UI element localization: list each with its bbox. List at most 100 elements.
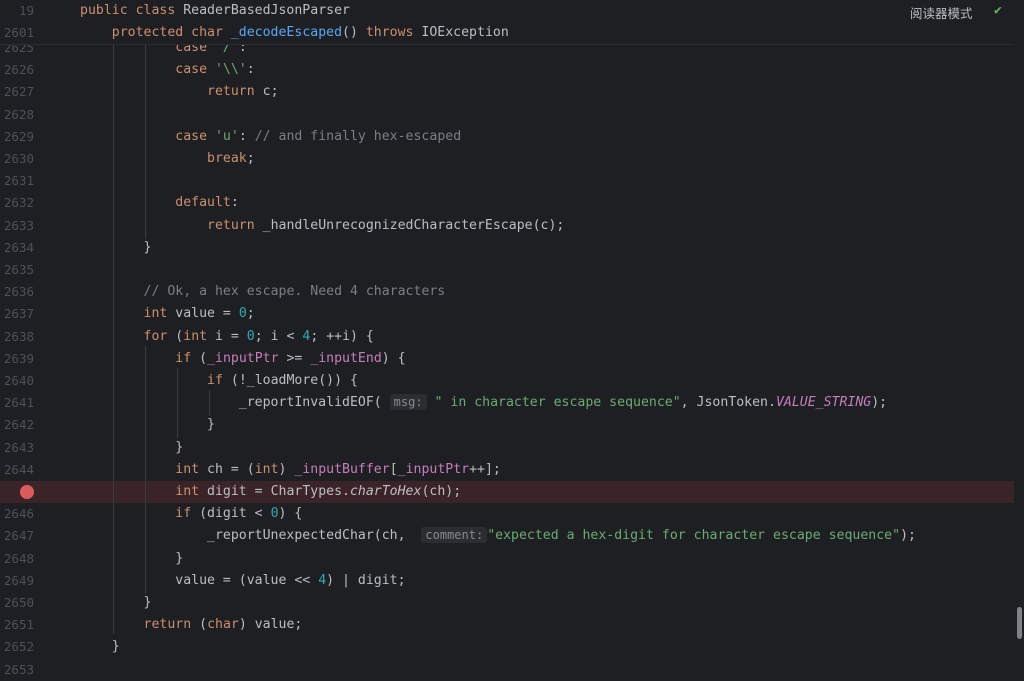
line-number[interactable]: 2641 [0, 392, 34, 414]
code-token: "expected a hex-digit for character esca… [487, 528, 901, 544]
line-number[interactable]: 2643 [0, 437, 34, 459]
scrollbar-thumb[interactable] [1017, 607, 1022, 639]
code-text: } [80, 592, 152, 614]
reader-mode-button[interactable]: 阅读器模式 [910, 3, 973, 22]
code-line[interactable]: int digit = CharTypes.charToHex(ch); [0, 481, 1014, 503]
code-line[interactable]: 2640 if (!_loadMore()) { [0, 370, 1014, 392]
code-token: } [80, 417, 215, 433]
line-number[interactable]: 2648 [0, 548, 34, 570]
code-token: 'u' [214, 128, 239, 144]
code-token: ; ++i) { [310, 328, 374, 344]
sticky-line[interactable]: 19 public class ReaderBasedJsonParser [0, 0, 1014, 22]
code-token: _inputPtr [207, 350, 279, 366]
code-text: _reportUnexpectedChar(ch, comment: "expec… [80, 525, 916, 547]
code-token: 0 [238, 306, 247, 322]
line-number[interactable]: 2632 [0, 192, 34, 214]
code-line[interactable]: 2627 return c; [0, 81, 1014, 103]
code-line[interactable]: 2642 } [0, 414, 1014, 436]
code-text: for (int i = 0; i < 4; ++i) { [80, 326, 374, 348]
sticky-line[interactable]: 2601 protected char _decodeEscaped() thr… [0, 22, 1014, 44]
sticky-scroll-header[interactable]: 19 public class ReaderBasedJsonParser 2601… [0, 0, 1014, 45]
line-number[interactable]: 2640 [0, 370, 34, 392]
line-number[interactable]: 2626 [0, 59, 34, 81]
code-line[interactable]: 2647 _reportUnexpectedChar(ch, comment: "… [0, 525, 1014, 547]
code-text: } [80, 414, 215, 436]
line-number[interactable]: 2647 [0, 525, 34, 547]
code-line[interactable]: 2652 } [0, 636, 1014, 658]
code-token: // and finally hex-escaped [254, 128, 462, 144]
code-token: i = [215, 328, 247, 344]
code-line[interactable]: 2651 return (char) value; [0, 614, 1014, 636]
vertical-scrollbar[interactable] [1014, 0, 1024, 671]
line-number[interactable]: 2638 [0, 326, 34, 348]
line-number[interactable]: 2646 [0, 503, 34, 525]
code-line[interactable]: 2653 [0, 659, 1014, 681]
code-token: } [80, 439, 184, 455]
code-line[interactable]: 2630 break; [0, 148, 1014, 170]
line-number[interactable]: 2651 [0, 614, 34, 636]
code-token: int [183, 328, 216, 344]
code-line[interactable]: 2641 _reportInvalidEOF( msg: " in charac… [0, 392, 1014, 414]
code-token: case [175, 62, 215, 78]
line-number[interactable]: 2630 [0, 148, 34, 170]
line-number[interactable]: 2634 [0, 237, 34, 259]
line-number[interactable]: 2636 [0, 281, 34, 303]
code-line[interactable]: 2646 if (digit < 0) { [0, 503, 1014, 525]
code-line[interactable]: 2633 return _handleUnrecognizedCharacter… [0, 215, 1014, 237]
code-token: if [175, 350, 200, 366]
line-number[interactable]: 2652 [0, 636, 34, 658]
check-icon[interactable]: ✔ [994, 3, 1002, 18]
line-number[interactable]: 2633 [0, 215, 34, 237]
code-line[interactable]: 2631 [0, 170, 1014, 192]
code-line[interactable]: 2629 case 'u': // and finally hex-escape… [0, 126, 1014, 148]
code-text: // Ok, a hex escape. Need 4 characters [80, 281, 446, 303]
code-token: protected char [80, 25, 231, 40]
line-number[interactable]: 19 [0, 0, 34, 22]
code-line[interactable]: 2639 if (_inputPtr >= _inputEnd) { [0, 348, 1014, 370]
code-line[interactable]: 2638 for (int i = 0; i < 4; ++i) { [0, 326, 1014, 348]
line-number[interactable]: 2629 [0, 126, 34, 148]
code-token: ; [246, 306, 255, 322]
line-number[interactable]: 2628 [0, 104, 34, 126]
line-number[interactable]: 2644 [0, 459, 34, 481]
code-line[interactable]: 2637 int value = 0; [0, 303, 1014, 325]
code-token: ) [278, 461, 295, 477]
code-line[interactable]: 2634 } [0, 237, 1014, 259]
breakpoint-icon[interactable] [20, 485, 34, 499]
line-number[interactable]: 2639 [0, 348, 34, 370]
code-token: char [207, 617, 239, 633]
indent-guide [177, 368, 178, 438]
code-line[interactable]: 2636 // Ok, a hex escape. Need 4 charact… [0, 281, 1014, 303]
line-number[interactable]: 2627 [0, 81, 34, 103]
line-number[interactable]: 2650 [0, 592, 34, 614]
line-number[interactable]: 2642 [0, 414, 34, 436]
code-line[interactable]: 2648 } [0, 548, 1014, 570]
line-number[interactable]: 2635 [0, 259, 34, 281]
code-line[interactable]: 2635 [0, 259, 1014, 281]
code-token: ReaderBasedJsonParser [183, 3, 350, 18]
code-line[interactable]: 2643 } [0, 437, 1014, 459]
code-text: } [80, 437, 183, 459]
code-line[interactable]: 2644 int ch = (int) _inputBuffer[_inputP… [0, 459, 1014, 481]
code-text: int ch = (int) _inputBuffer[_inputPtr++]… [80, 459, 501, 481]
line-number[interactable]: 2649 [0, 570, 34, 592]
code-token: [ [389, 461, 398, 477]
code-token: int [175, 461, 208, 477]
code-line[interactable]: 2632 default: [0, 192, 1014, 214]
code-line[interactable]: 2649 value = (value << 4) | digit; [0, 570, 1014, 592]
code-line[interactable]: 2650 } [0, 592, 1014, 614]
code-line[interactable]: 2626 case '\\': [0, 59, 1014, 81]
line-number[interactable]: 2601 [0, 22, 34, 44]
code-line[interactable]: 2628 [0, 104, 1014, 126]
code-text: public class ReaderBasedJsonParser [80, 0, 350, 22]
code-token: ); [900, 528, 916, 544]
code-token: : [230, 195, 239, 211]
line-number[interactable]: 2653 [0, 659, 34, 681]
line-number[interactable]: 2637 [0, 303, 34, 325]
code-token: // Ok, a hex escape. Need 4 characters [143, 284, 446, 300]
code-text: } [80, 237, 152, 259]
line-number[interactable]: 2631 [0, 170, 34, 192]
